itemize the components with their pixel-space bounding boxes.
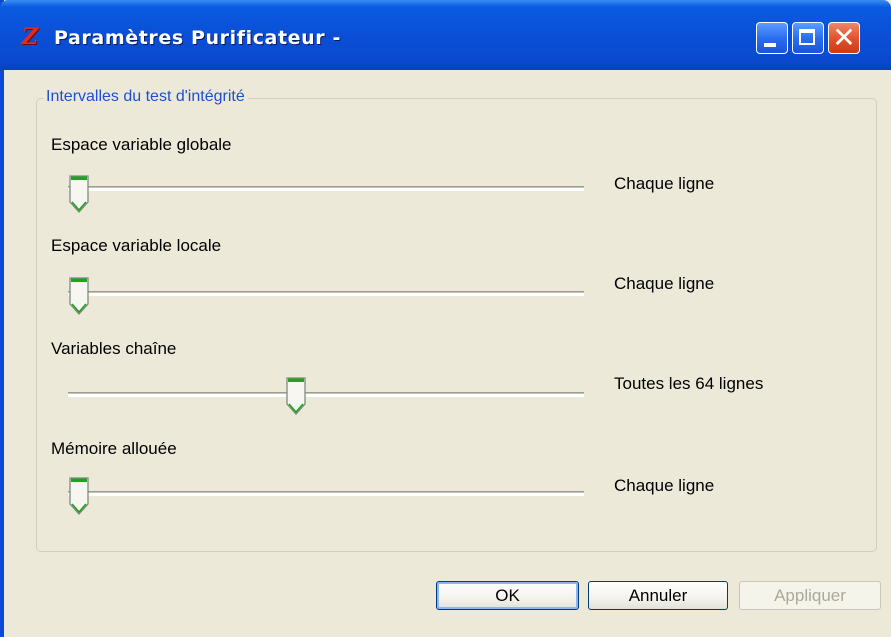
settings-dialog: Z Paramètres Purificateur - ✕ Intervalle… xyxy=(0,0,891,637)
setting-value-global-vars: Chaque ligne xyxy=(614,174,715,193)
apply-button[interactable]: Appliquer xyxy=(739,581,881,610)
setting-value-string-vars: Toutes les 64 lignes xyxy=(614,374,764,393)
slider-thumb-allocated-memory[interactable] xyxy=(68,476,90,516)
window-title: Paramètres Purificateur - xyxy=(54,27,341,49)
minimize-button[interactable] xyxy=(756,22,788,54)
maximize-button[interactable] xyxy=(792,22,824,54)
setting-label-global-vars: Espace variable globale xyxy=(51,135,232,154)
slider-track-global-vars[interactable] xyxy=(68,186,584,191)
integrity-test-group xyxy=(36,98,877,552)
title-bar[interactable]: Z Paramètres Purificateur - ✕ xyxy=(0,0,891,70)
cancel-button[interactable]: Annuler xyxy=(588,581,728,610)
setting-label-string-vars: Variables chaîne xyxy=(51,339,177,358)
ok-button[interactable]: OK xyxy=(436,581,579,610)
slider-track-local-vars[interactable] xyxy=(68,291,584,296)
slider-thumb-string-vars[interactable] xyxy=(285,376,307,416)
setting-label-local-vars: Espace variable locale xyxy=(51,236,222,255)
setting-value-local-vars: Chaque ligne xyxy=(614,274,715,293)
slider-track-allocated-memory[interactable] xyxy=(68,491,584,496)
group-title: Intervalles du test d'intégrité xyxy=(43,88,248,106)
slider-thumb-local-vars[interactable] xyxy=(68,276,90,316)
close-icon: ✕ xyxy=(832,21,856,54)
slider-thumb-global-vars[interactable] xyxy=(68,174,90,214)
setting-value-allocated-memory: Chaque ligne xyxy=(614,476,715,495)
z-app-icon: Z xyxy=(22,24,39,50)
slider-track-string-vars[interactable] xyxy=(68,392,584,397)
close-button[interactable]: ✕ xyxy=(828,22,860,54)
setting-label-allocated-memory: Mémoire allouée xyxy=(51,439,177,458)
